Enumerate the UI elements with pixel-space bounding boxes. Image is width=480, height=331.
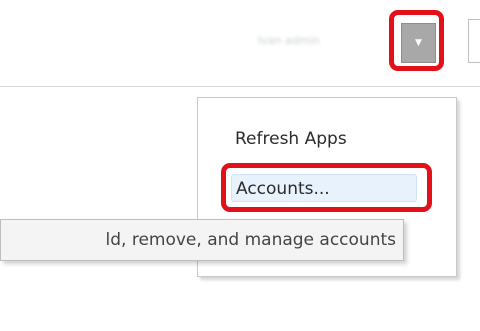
accounts-tooltip: ld, remove, and manage accounts [0,219,404,261]
tooltip-text: ld, remove, and manage accounts [105,230,396,250]
menu-item-refresh-apps[interactable]: Refresh Apps [235,128,347,150]
header-divider [0,86,480,87]
adjacent-toolbar-button[interactable] [468,19,480,63]
highlight-annotation-accounts [221,163,432,212]
highlight-annotation-dropdown [389,10,444,71]
top-toolbar: Ivan admin ▼ [0,0,480,86]
user-name[interactable]: Ivan admin [258,34,382,48]
